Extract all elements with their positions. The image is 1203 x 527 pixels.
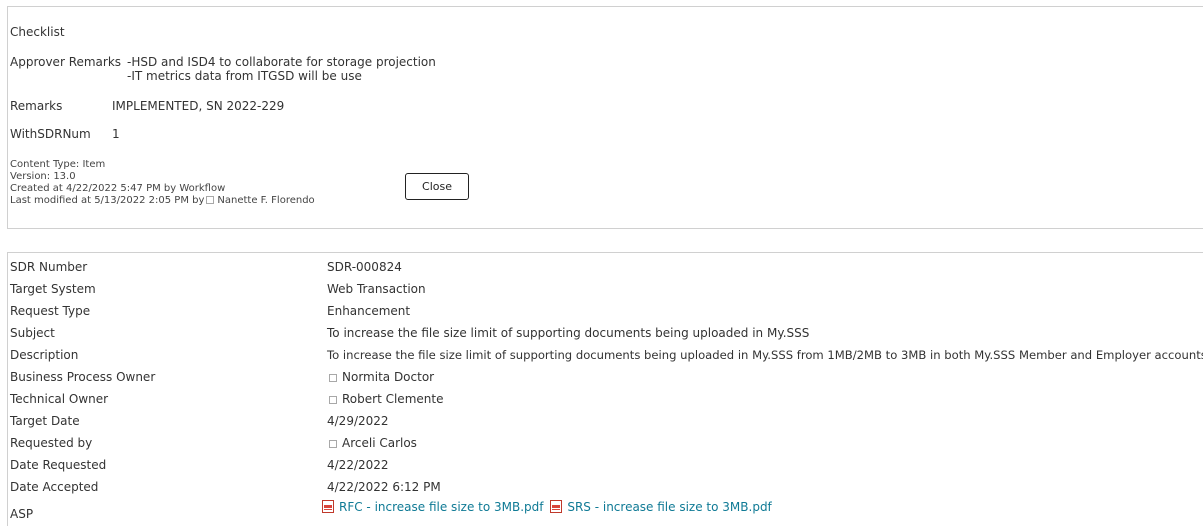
- asp-label: ASP: [10, 507, 34, 521]
- item-details-panel: Checklist Approver Remarks -HSD and ISD4…: [7, 6, 1203, 229]
- presence-box-icon: [329, 374, 337, 382]
- bpo-value: Normita Doctor: [327, 370, 434, 384]
- remarks-label: Remarks: [10, 99, 63, 113]
- date-requested-value: 4/22/2022: [327, 458, 389, 472]
- presence-box-icon: [329, 440, 337, 448]
- approver-remarks-line-2: -IT metrics data from ITGSD will be use: [127, 69, 362, 83]
- checklist-label: Checklist: [10, 25, 65, 39]
- approver-remarks-line-1: -HSD and ISD4 to collaborate for storage…: [127, 55, 436, 69]
- sdr-number-value: SDR-000824: [327, 260, 402, 274]
- field-row-target-date: Target Date 4/29/2022: [8, 411, 1203, 433]
- field-row-technical-owner: Technical Owner Robert Clemente: [8, 389, 1203, 411]
- remarks-value: IMPLEMENTED, SN 2022-229: [112, 99, 285, 113]
- request-type-value: Enhancement: [327, 304, 411, 318]
- field-row-target-system: Target System Web Transaction: [8, 279, 1203, 301]
- target-system-label: Target System: [10, 282, 96, 296]
- tech-owner-value: Robert Clemente: [327, 392, 443, 406]
- date-requested-label: Date Requested: [10, 458, 107, 472]
- field-row-business-process-owner: Business Process Owner Normita Doctor: [8, 367, 1203, 389]
- field-row-asp: ASP RFC - increase file size to 3MB.pdf …: [8, 499, 1203, 527]
- attachment-link-srs[interactable]: SRS - increase file size to 3MB.pdf: [567, 500, 771, 514]
- requested-by-label: Requested by: [10, 436, 93, 450]
- presence-box-icon: [329, 396, 337, 404]
- pdf-file-icon: [550, 500, 563, 513]
- close-button[interactable]: Close: [405, 173, 469, 200]
- modified-by-link[interactable]: Nanette F. Florendo: [217, 195, 314, 206]
- content-type-text: Content Type: Item: [10, 159, 106, 170]
- target-system-value: Web Transaction: [327, 282, 426, 296]
- attachment-link-rfc[interactable]: RFC - increase file size to 3MB.pdf: [339, 500, 544, 514]
- description-value: To increase the file size limit of suppo…: [327, 348, 1203, 362]
- withsdrnum-value: 1: [112, 127, 120, 141]
- tech-owner-person-link[interactable]: Robert Clemente: [342, 392, 443, 406]
- field-row-subject: Subject To increase the file size limit …: [8, 323, 1203, 345]
- subject-value: To increase the file size limit of suppo…: [327, 326, 810, 340]
- pdf-file-icon: [322, 500, 334, 513]
- requested-by-value: Arceli Carlos: [327, 436, 417, 450]
- withsdrnum-label: WithSDRNum: [10, 127, 91, 141]
- version-text: Version: 13.0: [10, 171, 76, 182]
- field-row-requested-by: Requested by Arceli Carlos: [8, 433, 1203, 455]
- created-text: Created at 4/22/2022 5:47 PM by Workflow: [10, 183, 226, 194]
- request-type-label: Request Type: [10, 304, 91, 318]
- field-row-date-requested: Date Requested 4/22/2022: [8, 455, 1203, 477]
- subject-label: Subject: [10, 326, 55, 340]
- field-row-description: Description To increase the file size li…: [8, 345, 1203, 367]
- tech-owner-label: Technical Owner: [10, 392, 109, 406]
- target-date-value: 4/29/2022: [327, 414, 389, 428]
- modified-prefix: Last modified at 5/13/2022 2:05 PM by: [10, 195, 205, 206]
- date-accepted-value: 4/22/2022 6:12 PM: [327, 480, 441, 494]
- target-date-label: Target Date: [10, 414, 80, 428]
- description-label: Description: [10, 348, 79, 362]
- requested-by-person-link[interactable]: Arceli Carlos: [342, 436, 417, 450]
- asp-attachments: RFC - increase file size to 3MB.pdf SRS …: [322, 500, 772, 514]
- bpo-label: Business Process Owner: [10, 370, 156, 384]
- presence-box-icon: [206, 196, 215, 204]
- record-fields-panel: SDR Number SDR-000824 Target System Web …: [7, 252, 1203, 526]
- bpo-person-link[interactable]: Normita Doctor: [342, 370, 434, 384]
- field-row-date-accepted: Date Accepted 4/22/2022 6:12 PM: [8, 477, 1203, 499]
- approver-remarks-label: Approver Remarks: [10, 55, 122, 69]
- date-accepted-label: Date Accepted: [10, 480, 99, 494]
- field-row-sdr-number: SDR Number SDR-000824: [8, 257, 1203, 279]
- modified-text: Last modified at 5/13/2022 2:05 PM by Nan…: [10, 195, 315, 207]
- field-row-request-type: Request Type Enhancement: [8, 301, 1203, 323]
- sdr-number-label: SDR Number: [10, 260, 88, 274]
